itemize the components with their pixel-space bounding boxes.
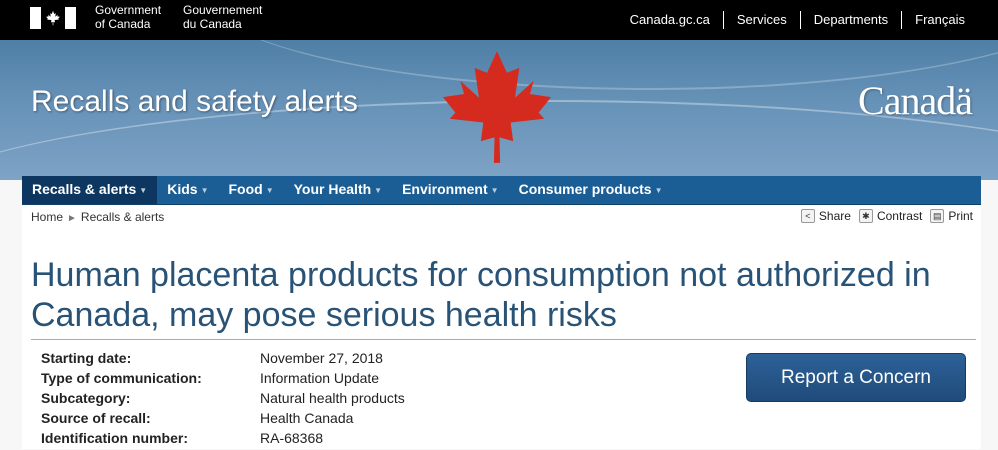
nav-kids[interactable]: Kids ▼: [157, 176, 218, 204]
report-concern-button[interactable]: Report a Concern: [746, 353, 966, 402]
breadcrumb-home[interactable]: Home: [31, 210, 63, 224]
federal-identity-bar: Government of Canada Gouvernement du Can…: [0, 0, 998, 40]
meta-row: Subcategory: Natural health products: [41, 390, 405, 406]
chevron-down-icon: ▼: [265, 185, 274, 195]
link-canada-gc-ca[interactable]: Canada.gc.ca: [617, 11, 723, 29]
chevron-down-icon: ▼: [374, 185, 383, 195]
nav-recalls-alerts[interactable]: Recalls & alerts ▼: [22, 176, 158, 204]
site-title[interactable]: Recalls and safety alerts: [31, 85, 358, 119]
meta-row: Starting date: November 27, 2018: [41, 350, 383, 366]
chevron-down-icon: ▼: [490, 185, 499, 195]
nav-your-health[interactable]: Your Health ▼: [284, 176, 392, 204]
contrast-icon: ✱: [858, 209, 873, 223]
share-icon: <: [800, 209, 815, 223]
breadcrumb: Home ► Recalls & alerts: [31, 210, 164, 224]
nav-environment[interactable]: Environment ▼: [392, 176, 509, 204]
print-button[interactable]: ▤ Print: [930, 209, 973, 223]
page-title: Human placenta products for consumption …: [31, 255, 976, 340]
chevron-down-icon: ▼: [654, 185, 663, 195]
main-navigation: Recalls & alerts ▼ Kids ▼ Food ▼ Your Healt…: [22, 176, 981, 205]
signature-english[interactable]: Government of Canada: [95, 3, 161, 31]
chevron-right-icon: ►: [67, 213, 77, 224]
main-content: Home ► Recalls & alerts < Share ✱ Contrast ▤…: [22, 205, 981, 449]
link-departments[interactable]: Departments: [799, 11, 901, 29]
meta-row: Type of communication: Information Update: [41, 370, 380, 386]
maple-leaf-icon: [442, 51, 552, 163]
link-services[interactable]: Services: [722, 11, 800, 29]
meta-row: Identification number: RA-68368: [41, 430, 324, 446]
link-francais[interactable]: Français: [901, 11, 978, 29]
signature-french[interactable]: Gouvernement du Canada: [183, 3, 262, 31]
breadcrumb-recalls-alerts[interactable]: Recalls & alerts: [81, 210, 164, 224]
site-banner: Recalls and safety alerts Canadä: [0, 40, 998, 180]
page-tools: < Share ✱ Contrast ▤ Print: [800, 209, 973, 223]
meta-row: Source of recall: Health Canada: [41, 410, 354, 426]
share-button[interactable]: < Share: [800, 209, 851, 223]
chevron-down-icon: ▼: [200, 185, 209, 195]
canada-flag-icon[interactable]: [30, 7, 76, 29]
nav-food[interactable]: Food ▼: [218, 176, 283, 204]
print-icon: ▤: [930, 209, 945, 223]
recall-metadata: Starting date: November 27, 2018 Type of …: [41, 350, 405, 450]
contrast-button[interactable]: ✱ Contrast: [858, 209, 922, 223]
chevron-down-icon: ▼: [139, 185, 148, 195]
canada-wordmark: Canadä: [858, 78, 973, 123]
nav-consumer-products[interactable]: Consumer products ▼: [509, 176, 673, 204]
